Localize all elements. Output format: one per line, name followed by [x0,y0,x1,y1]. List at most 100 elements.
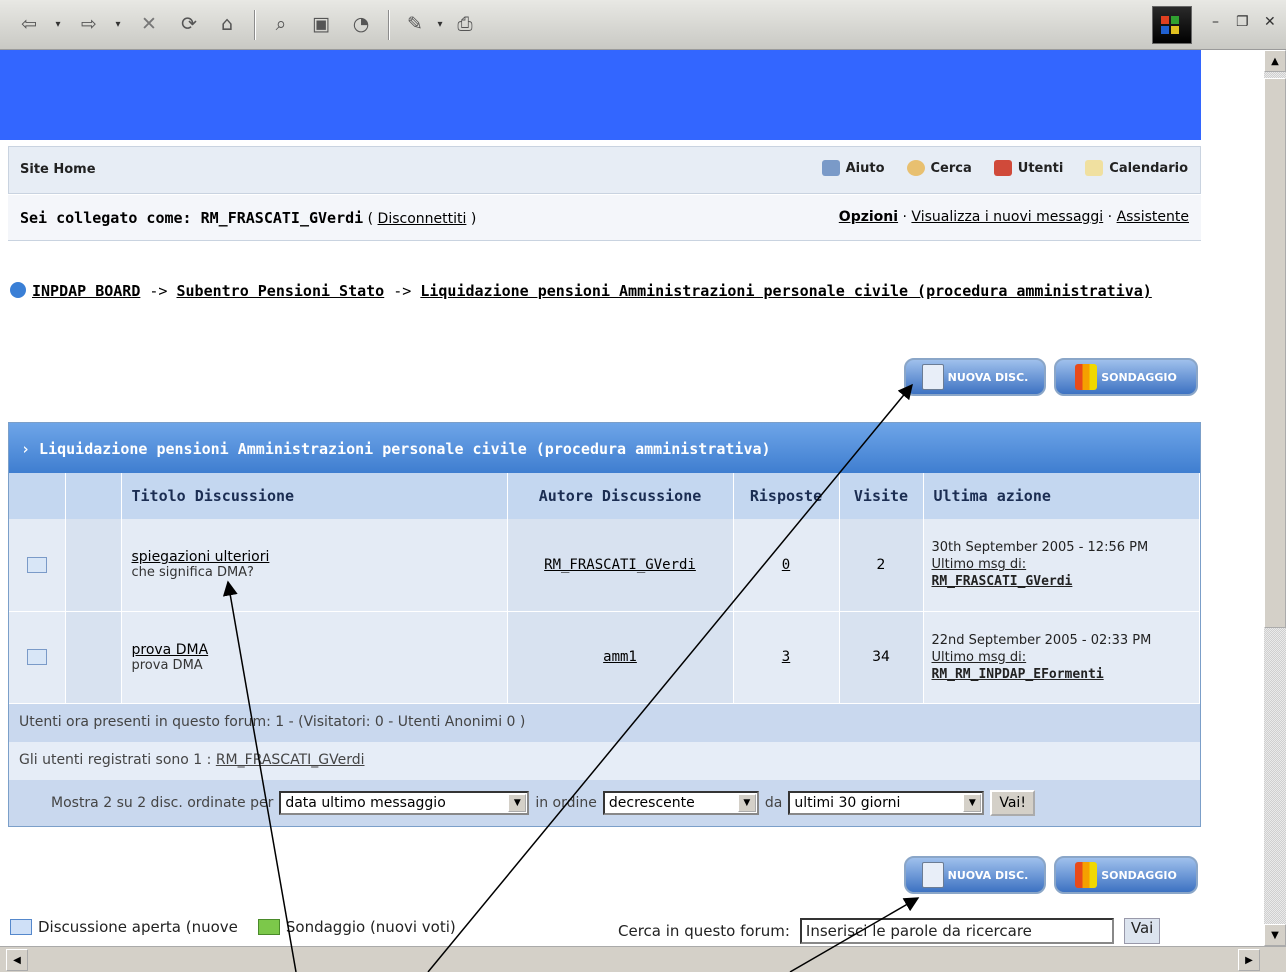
options-link[interactable]: Opzioni [839,209,898,225]
forum-title: › Liquidazione pensioni Amministrazioni … [9,423,1200,473]
apply-sort-button[interactable]: Vai! [990,789,1035,816]
topic-status-cell [9,519,66,612]
scroll-up-icon[interactable]: ▲ [1264,50,1286,72]
legend-poll-new: Sondaggio (nuovi voti) [285,918,456,936]
nav-link-utenti[interactable]: Utenti [993,160,1064,176]
poll-button-bottom[interactable]: SONDAGGIO [1054,856,1198,894]
separator: · [1103,209,1117,225]
new-topic-button-bottom[interactable]: NUOVA DISC. [904,856,1046,894]
toolbar-separator [388,10,390,40]
topic-title-link[interactable]: prova DMA [132,642,209,658]
new-topic-label: NUOVA DISC. [947,370,1029,384]
sort-by-select[interactable]: data ultimo messaggio ▼ [279,790,530,815]
last-poster-link[interactable]: RM_RM_INPDAP_EFormenti [932,667,1104,682]
topic-last-action-cell: 30th September 2005 - 12:56 PM Ultimo ms… [923,519,1200,612]
table-row: prova DMA prova DMA amm1 3 34 22nd Septe… [9,611,1200,704]
range-select[interactable]: ultimi 30 giorni ▼ [788,790,985,815]
nav-links: Aiuto Cerca Utenti Calendario [821,160,1188,176]
column-header[interactable]: Visite [839,473,924,519]
scrollbar-thumb[interactable] [1264,78,1286,628]
new-topic-label: NUOVA DISC. [947,868,1029,882]
poll-new-votes-icon [257,919,280,935]
site-home-link[interactable]: Site Home [20,162,96,177]
users-present: Utenti ora presenti in questo forum: 1 -… [9,703,1200,742]
forum-search-input[interactable]: Inserisci le parole da ricercare [799,918,1114,944]
back-icon[interactable]: ⇦ [14,9,44,39]
stop-icon[interactable]: ✕ [134,9,164,39]
nav-link-cerca[interactable]: Cerca [906,160,972,176]
column-header[interactable]: Ultima azione [923,473,1200,519]
breadcrumb-board-link[interactable]: INPDAP BOARD [32,282,140,300]
table-row: spiegazioni ulteriori che significa DMA?… [9,519,1200,612]
new-messages-link[interactable]: Visualizza i nuovi messaggi [911,209,1103,225]
table-header-row: Titolo Discussione Autore Discussione Ri… [9,473,1200,519]
edit-icon[interactable]: ✎ [400,9,430,39]
new-topic-button[interactable]: NUOVA DISC. [904,358,1046,396]
column-header[interactable]: Titolo Discussione [121,473,508,519]
open-topic-icon [10,919,32,935]
page-viewport: Site Home Aiuto Cerca Utenti Calendario … [0,50,1264,946]
forum-search-label: Cerca in questo forum: [618,922,790,940]
site-banner [0,50,1201,140]
order-select[interactable]: decrescente ▼ [602,790,759,815]
registered-users-label: Gli utenti registrati sono 1 : [19,751,216,768]
scroll-right-icon[interactable]: ▶ [1238,949,1260,971]
registered-user-link[interactable]: RM_FRASCATI_GVerdi [216,752,365,768]
topic-subtitle: prova DMA [131,657,203,673]
back-dropdown-icon[interactable]: ▾ [52,9,64,39]
topic-replies-link[interactable]: 0 [782,557,790,573]
forum-search: Cerca in questo forum: Inserisci le paro… [618,918,1161,944]
sort-by-value: data ultimo messaggio [285,794,446,811]
favorites-icon[interactable]: ▣ [306,9,336,39]
icon-column [65,473,122,519]
nav-link-calendario[interactable]: Calendario [1085,160,1188,176]
topic-title-cell: spiegazioni ulteriori che significa DMA? [121,519,508,612]
last-action-date: 30th September 2005 - 12:56 PM [931,540,1149,556]
search-icon[interactable]: ⌕ [266,9,296,39]
home-icon[interactable]: ⌂ [212,9,242,39]
topic-table: Titolo Discussione Autore Discussione Ri… [9,473,1200,704]
user-status-bar: Sei collegato come: RM_FRASCATI_GVerdi (… [8,195,1201,241]
scroll-down-icon[interactable]: ▼ [1264,924,1286,946]
poll-icon [1075,364,1098,390]
registered-users: Gli utenti registrati sono 1 : RM_FRASCA… [9,741,1200,780]
logged-in-info: Sei collegato come: RM_FRASCATI_GVerdi (… [20,209,476,227]
topic-replies-cell: 3 [733,611,840,704]
column-header[interactable]: Risposte [733,473,840,519]
topic-replies-cell: 0 [733,519,840,612]
close-icon[interactable]: ✕ [1264,14,1276,30]
vertical-scrollbar[interactable]: ▲ ▼ [1264,50,1286,946]
minimize-icon[interactable]: – [1212,14,1219,30]
topic-replies-link[interactable]: 3 [782,649,790,665]
scroll-left-icon[interactable]: ◀ [6,949,28,971]
breadcrumb-forum-link[interactable]: Liquidazione pensioni Amministrazioni pe… [420,282,1152,300]
forum-search-button[interactable]: Vai [1123,918,1161,944]
nav-link-label: Calendario [1109,160,1188,176]
forward-icon[interactable]: ⇨ [74,9,104,39]
forward-dropdown-icon[interactable]: ▾ [112,9,124,39]
nav-link-label: Utenti [1017,160,1064,176]
last-post-link[interactable]: Ultimo msg di: [932,650,1027,665]
topic-author-link[interactable]: amm1 [603,649,637,665]
topic-author-link[interactable]: RM_FRASCATI_GVerdi [544,557,696,573]
breadcrumb-separator: -> [140,282,177,300]
last-post-link[interactable]: Ultimo msg di: [932,557,1027,572]
topic-title-link[interactable]: spiegazioni ulteriori [132,549,270,565]
print-icon[interactable]: ⎙ [450,9,480,39]
horizontal-scrollbar[interactable]: ◀ ▶ [0,946,1286,972]
breadcrumb-bullet-icon [10,282,26,298]
history-icon[interactable]: ◔ [346,9,376,39]
breadcrumb-section-link[interactable]: Subentro Pensioni Stato [177,282,385,300]
assistant-link[interactable]: Assistente [1117,209,1189,225]
sort-bar: Mostra 2 su 2 disc. ordinate per data ul… [9,779,1200,826]
order-label: in ordine [535,794,597,811]
last-poster-link[interactable]: RM_FRASCATI_GVerdi [932,574,1073,589]
restore-icon[interactable]: ❐ [1236,14,1249,30]
column-header[interactable]: Autore Discussione [507,473,734,519]
logout-link[interactable]: Disconnettiti [378,211,467,227]
poll-button[interactable]: SONDAGGIO [1054,358,1198,396]
nav-link-aiuto[interactable]: Aiuto [821,160,885,176]
breadcrumb-separator: -> [384,282,421,300]
edit-dropdown-icon[interactable]: ▾ [434,9,446,39]
refresh-icon[interactable]: ⟳ [174,9,204,39]
